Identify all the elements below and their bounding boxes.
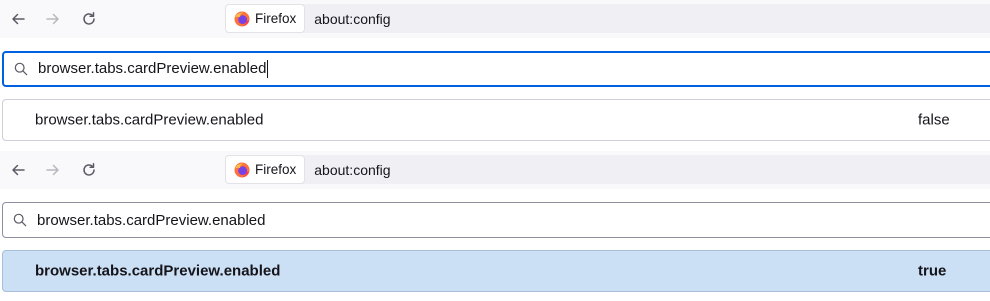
firefox-logo-icon	[234, 11, 250, 26]
identity-label: Firefox	[255, 162, 297, 177]
arrow-left-icon	[12, 13, 25, 25]
arrow-right-icon	[46, 164, 59, 176]
pref-row[interactable]: browser.tabs.cardPreview.enabled false	[2, 99, 990, 141]
pref-name: browser.tabs.cardPreview.enabled	[35, 111, 264, 129]
arrow-right-icon	[46, 13, 59, 25]
reload-icon	[83, 12, 95, 25]
identity-box[interactable]: Firefox	[225, 4, 306, 33]
search-input[interactable]: browser.tabs.cardPreview.enabled	[2, 202, 990, 238]
url-text[interactable]: about:config	[314, 11, 390, 27]
reload-button[interactable]	[71, 0, 107, 38]
back-button[interactable]	[0, 151, 36, 189]
magnifier-icon	[14, 62, 28, 76]
url-bar[interactable]: Firefox about:config	[225, 155, 990, 184]
identity-box[interactable]: Firefox	[225, 155, 306, 184]
pref-value[interactable]: false	[918, 112, 950, 129]
pref-name: browser.tabs.cardPreview.enabled	[35, 262, 281, 280]
url-text[interactable]: about:config	[314, 162, 390, 178]
pref-row[interactable]: browser.tabs.cardPreview.enabled true	[2, 250, 990, 292]
back-button[interactable]	[0, 0, 36, 38]
search-value: browser.tabs.cardPreview.enabled	[37, 211, 266, 229]
text-caret	[267, 60, 269, 79]
firefox-logo-icon	[234, 162, 250, 177]
forward-button[interactable]	[35, 0, 71, 38]
search-input[interactable]: browser.tabs.cardPreview.enabled	[2, 51, 990, 87]
nav-toolbar: Firefox about:config	[0, 0, 990, 38]
url-bar[interactable]: Firefox about:config	[225, 4, 990, 33]
magnifier-icon	[13, 213, 27, 227]
nav-toolbar: Firefox about:config	[0, 151, 990, 189]
forward-button[interactable]	[35, 151, 71, 189]
arrow-left-icon	[12, 164, 25, 176]
reload-icon	[83, 163, 95, 176]
identity-label: Firefox	[255, 11, 297, 26]
pref-value[interactable]: true	[918, 263, 946, 280]
search-value: browser.tabs.cardPreview.enabled	[38, 59, 269, 79]
reload-button[interactable]	[71, 151, 107, 189]
